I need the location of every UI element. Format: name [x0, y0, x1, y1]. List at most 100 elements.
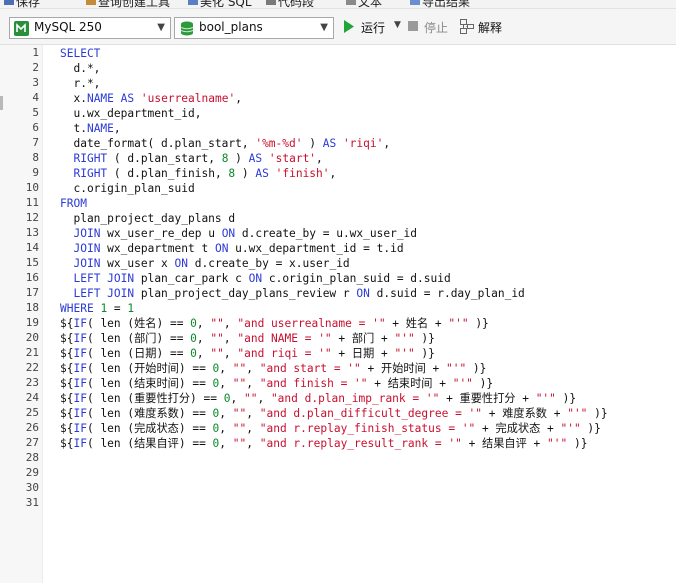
line-number: 26 — [25, 421, 39, 434]
code-token: 0 — [190, 317, 197, 330]
code-token: 'start' — [268, 152, 317, 165]
code-token: d.suid = r.day_plan_id — [369, 287, 525, 300]
line-number: 5 — [32, 106, 39, 119]
code-token: IF — [73, 317, 87, 330]
line-number: 16 — [25, 271, 39, 284]
code-token: ( len (重要性打分) == — [86, 392, 224, 405]
code-line[interactable]: RIGHT ( d.plan_finish, 8 ) AS 'finish', — [60, 166, 336, 181]
code-token: x. — [60, 92, 87, 105]
code-line[interactable]: LEFT JOIN plan_car_park c ON c.origin_pl… — [60, 271, 450, 286]
code-token: )} — [555, 392, 577, 405]
code-token: 1 — [127, 302, 135, 315]
code-token: ON — [221, 227, 236, 240]
code-token: t. — [60, 122, 87, 135]
line-number: 27 — [25, 436, 39, 449]
code-line[interactable]: LEFT JOIN plan_project_day_plans_review … — [60, 286, 525, 301]
code-line[interactable]: ${IF( len (姓名) == 0, "", "and userrealna… — [60, 316, 489, 331]
code-line[interactable]: ${IF( len (结束时间) == 0, "", "and finish =… — [60, 376, 493, 391]
code-line[interactable]: c.origin_plan_suid — [60, 181, 194, 196]
database-value: bool_plans — [199, 20, 263, 34]
code-line[interactable]: ${IF( len (完成状态) == 0, "", "and r.replay… — [60, 421, 601, 436]
code-line[interactable]: ${IF( len (难度系数) == 0, "", "and d.plan_d… — [60, 406, 608, 421]
code-line[interactable]: date_format( d.plan_start, '%m-%d' ) AS … — [60, 136, 390, 151]
code-token: , — [219, 407, 233, 420]
code-line[interactable]: d.*, — [60, 61, 100, 76]
line-number: 2 — [32, 61, 39, 74]
code-line[interactable]: JOIN wx_department t ON u.wx_department_… — [60, 241, 403, 256]
line-number: 10 — [25, 181, 39, 194]
code-line[interactable]: WHERE 1 = 1 — [60, 301, 134, 316]
save-icon — [4, 0, 14, 5]
chevron-down-icon: ▼ — [157, 22, 165, 33]
snippet-menu-item[interactable]: 代码段 — [278, 0, 314, 8]
code-token: 'userrealname' — [140, 92, 236, 105]
export-results-menu-item[interactable]: 导出结果 — [422, 0, 470, 8]
code-token: d.create_by = x.user_id — [188, 257, 350, 270]
code-line[interactable]: JOIN wx_user_re_dep u ON d.create_by = u… — [60, 226, 417, 241]
connection-select[interactable]: MySQL 250 ▼ — [9, 17, 171, 39]
run-dropdown-icon[interactable]: ▼ — [394, 20, 401, 30]
code-token: ${ — [60, 437, 74, 450]
line-number: 6 — [32, 121, 39, 134]
code-line[interactable]: JOIN wx_user x ON d.create_by = x.user_i… — [60, 256, 350, 271]
code-token: "and r.replay_finish_status = '" — [259, 422, 476, 435]
code-token: "" — [232, 437, 247, 450]
line-number: 28 — [25, 451, 39, 464]
beautify-sql-menu-item[interactable]: 美化 SQL — [200, 0, 252, 8]
code-token: ${ — [60, 392, 74, 405]
code-token: "'" — [448, 317, 469, 330]
code-token: + 结束时间 + — [367, 377, 453, 390]
code-token: 0 — [190, 332, 197, 345]
code-token: , — [113, 122, 121, 135]
save-menu-item[interactable]: 保存 — [16, 0, 40, 8]
code-token: ) — [235, 167, 256, 180]
line-number: 25 — [25, 406, 39, 419]
code-line[interactable]: u.wx_department_id, — [60, 106, 201, 121]
code-line[interactable]: ${IF( len (开始时间) == 0, "", "and start = … — [60, 361, 486, 376]
code-line[interactable]: r.*, — [60, 76, 100, 91]
code-token: , — [246, 437, 260, 450]
code-token: NAME — [86, 92, 114, 105]
code-line[interactable]: FROM — [60, 196, 87, 211]
code-token: ${ — [60, 377, 74, 390]
code-token: , — [257, 392, 271, 405]
line-number: 24 — [25, 391, 39, 404]
code-token: + 重要性打分 + — [439, 392, 536, 405]
code-token: ON — [214, 242, 229, 255]
code-line[interactable]: ${IF( len (日期) == 0, "", "and riqi = '" … — [60, 346, 435, 361]
code-token: FROM — [60, 197, 87, 210]
code-token: IF — [73, 362, 87, 375]
code-token: "'" — [567, 407, 588, 420]
code-line[interactable]: RIGHT ( d.plan_start, 8 ) AS 'start', — [60, 151, 322, 166]
code-token: '%m-%d' — [255, 137, 303, 150]
code-token: IF — [73, 407, 87, 420]
code-line[interactable]: ${IF( len (部门) == 0, "", "and NAME = '" … — [60, 331, 435, 346]
code-line[interactable]: t.NAME, — [60, 121, 121, 136]
code-line[interactable]: ${IF( len (重要性打分) == 0, "", "and d.plan_… — [60, 391, 576, 406]
line-number: 9 — [32, 166, 39, 179]
query-builder-menu-item[interactable]: 查询创建工具 — [98, 0, 170, 8]
database-select[interactable]: bool_plans ▼ — [174, 17, 334, 39]
code-line[interactable]: x.NAME AS 'userrealname', — [60, 91, 241, 106]
code-token: )} — [580, 422, 601, 435]
code-token: "and start = '" — [259, 362, 361, 375]
code-line[interactable]: ${IF( len (结果自评) == 0, "", "and r.replay… — [60, 436, 587, 451]
code-line[interactable]: SELECT — [60, 46, 100, 61]
code-token: , — [196, 332, 211, 345]
code-token: , — [196, 347, 211, 360]
code-token: ( len (部门) == — [86, 332, 191, 345]
top-menubar: 保存 查询创建工具 美化 SQL 代码段 文本 导出结果 — [0, 0, 676, 9]
code-token: "and NAME = '" — [237, 332, 332, 345]
code-token: , — [223, 332, 238, 345]
code-token: ) — [302, 137, 323, 150]
code-token: + 完成状态 + — [475, 422, 561, 435]
text-menu-item[interactable]: 文本 — [358, 0, 382, 8]
code-line[interactable]: plan_project_day_plans d — [60, 211, 235, 226]
code-token: wx_user x — [100, 257, 175, 270]
